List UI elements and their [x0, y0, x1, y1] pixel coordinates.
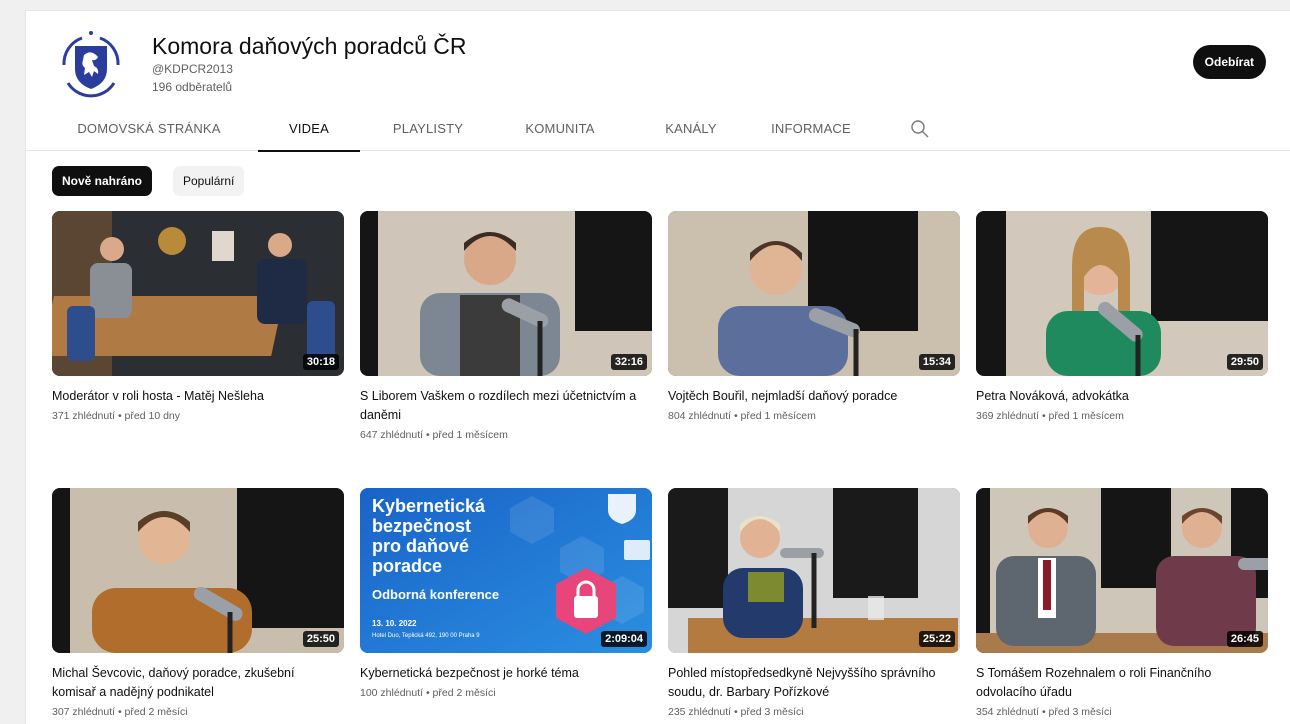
video-duration: 30:18 — [302, 354, 339, 370]
tab-about[interactable]: INFORMACE — [758, 111, 864, 151]
video-duration: 25:50 — [302, 631, 339, 647]
video-thumbnail[interactable]: 30:18 — [52, 211, 344, 376]
video-thumbnail[interactable]: 15:34 — [668, 211, 960, 376]
subscribe-button[interactable]: Odebírat — [1192, 45, 1266, 79]
video-title[interactable]: Michal Ševcovic, daňový poradce, zkušebn… — [52, 664, 332, 702]
video-thumbnail[interactable]: 29:50 — [976, 211, 1268, 376]
channel-tabs: DOMOVSKÁ STRÁNKA VIDEA PLAYLISTY KOMUNIT… — [26, 111, 1290, 152]
search-icon[interactable] — [910, 119, 930, 139]
video-duration: 32:16 — [610, 354, 647, 370]
tab-channels[interactable]: KANÁLY — [652, 111, 730, 151]
video-card[interactable]: 25:50 Michal Ševcovic, daňový poradce, z… — [52, 488, 344, 720]
video-card[interactable]: 25:22 Pohled místopředsedkyně Nejvyššího… — [668, 488, 960, 720]
channel-page: Komora daňových poradců ČR @KDPCR2013 19… — [25, 10, 1290, 724]
video-title[interactable]: Petra Nováková, advokátka — [976, 387, 1256, 406]
video-thumbnail[interactable]: 25:22 — [668, 488, 960, 653]
podcast-thumbnail-image — [976, 488, 1268, 653]
podcast-thumbnail-image — [52, 488, 344, 653]
channel-logo[interactable] — [54, 27, 128, 101]
cyber-subheadline: Odborná konference — [372, 587, 500, 602]
subscriber-count: 196 odběratelů — [152, 80, 233, 94]
channel-header: Komora daňových poradců ČR @KDPCR2013 19… — [26, 11, 1290, 111]
video-title[interactable]: Vojtěch Bouřil, nejmladší daňový poradce — [668, 387, 948, 406]
video-card[interactable]: 32:16 S Liborem Vaškem o rozdílech mezi … — [360, 211, 652, 443]
video-thumbnail[interactable]: 25:50 — [52, 488, 344, 653]
chip-newest[interactable]: Nově nahráno — [52, 166, 153, 196]
studio-thumbnail-image — [52, 211, 344, 376]
video-meta: 804 zhlédnutí • před 1 měsícem — [668, 410, 816, 422]
podcast-thumbnail-image — [668, 488, 960, 653]
video-thumbnail[interactable]: 32:16 — [360, 211, 652, 376]
video-duration: 26:45 — [1226, 631, 1263, 647]
video-title[interactable]: Kybernetická bezpečnost je horké téma — [360, 664, 640, 683]
video-meta: 100 zhlédnutí • před 2 měsíci — [360, 687, 496, 699]
cyber-venue: Hotel Duo, Teplická 492, 190 00 Praha 9 — [372, 633, 480, 639]
video-card[interactable]: 30:18 Moderátor v roli hosta - Matěj Neš… — [52, 211, 344, 424]
tab-videos[interactable]: VIDEA — [258, 111, 360, 152]
video-title[interactable]: S Liborem Vaškem o rozdílech mezi účetni… — [360, 387, 640, 425]
tab-community[interactable]: KOMUNITA — [510, 111, 610, 151]
tab-playlists[interactable]: PLAYLISTY — [378, 111, 478, 151]
tab-home[interactable]: DOMOVSKÁ STRÁNKA — [64, 111, 234, 151]
podcast-thumbnail-image — [360, 211, 652, 376]
video-meta: 369 zhlédnutí • před 1 měsícem — [976, 410, 1124, 422]
video-card[interactable]: 15:34 Vojtěch Bouřil, nejmladší daňový p… — [668, 211, 960, 424]
video-duration: 29:50 — [1226, 354, 1263, 370]
cyber-headline: Kybernetická bezpečnost pro daňové porad… — [372, 496, 486, 576]
channel-name: Komora daňových poradců ČR — [152, 33, 467, 59]
video-meta: 371 zhlédnutí • před 10 dny — [52, 410, 181, 422]
video-title[interactable]: Moderátor v roli hosta - Matěj Nešleha — [52, 387, 332, 406]
video-meta: 647 zhlédnutí • před 1 měsícem — [360, 429, 508, 441]
video-meta: 354 zhlédnutí • před 3 měsíci — [976, 706, 1112, 718]
video-card[interactable]: 26:45 S Tomášem Rozehnalem o roli Finanč… — [976, 488, 1268, 720]
video-title[interactable]: Pohled místopředsedkyně Nejvyššího správ… — [668, 664, 948, 702]
video-card[interactable]: 29:50 Petra Nováková, advokátka 369 zhlé… — [976, 211, 1268, 424]
video-thumbnail[interactable]: 26:45 — [976, 488, 1268, 653]
video-duration: 25:22 — [918, 631, 955, 647]
video-meta: 235 zhlédnutí • před 3 měsíci — [668, 706, 804, 718]
video-thumbnail[interactable]: Kybernetická bezpečnost pro daňové porad… — [360, 488, 652, 653]
channel-handle: @KDPCR2013 — [152, 62, 233, 76]
video-title[interactable]: S Tomášem Rozehnalem o roli Finančního o… — [976, 664, 1256, 702]
video-card[interactable]: Kybernetická bezpečnost pro daňové porad… — [360, 488, 652, 701]
video-duration: 15:34 — [918, 354, 955, 370]
cyber-date: 13. 10. 2022 — [372, 619, 417, 628]
podcast-thumbnail-image — [668, 211, 960, 376]
video-duration: 2:09:04 — [601, 631, 647, 647]
chip-popular[interactable]: Populární — [173, 166, 245, 196]
video-meta: 307 zhlédnutí • před 2 měsíci — [52, 706, 188, 718]
podcast-thumbnail-image — [976, 211, 1268, 376]
